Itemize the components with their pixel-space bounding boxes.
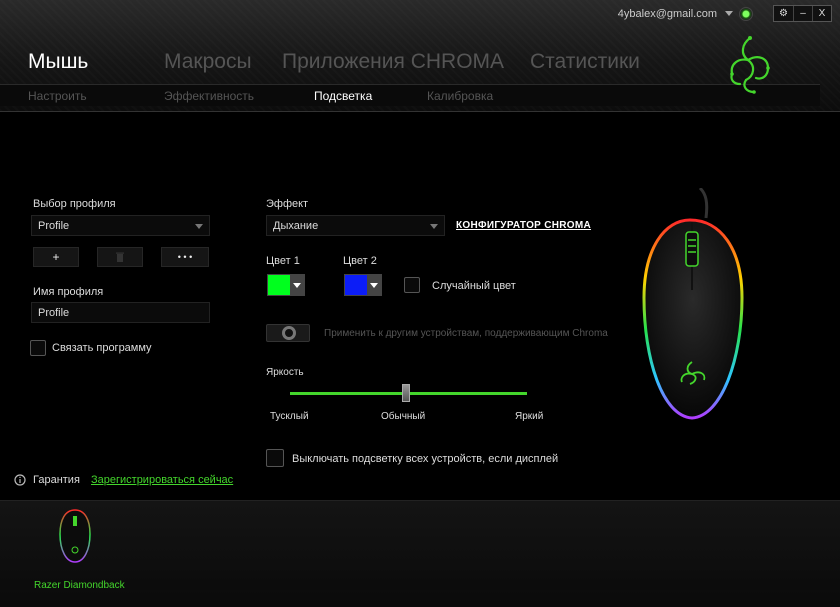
add-profile-label: + xyxy=(52,250,60,264)
apply-all-toggle[interactable] xyxy=(266,324,310,342)
chevron-down-icon xyxy=(370,282,378,288)
account-dropdown-icon[interactable] xyxy=(725,11,733,16)
mouse-preview-image xyxy=(642,188,744,420)
device-name: Razer Diamondback xyxy=(34,580,125,591)
color2-label: Цвет 2 xyxy=(343,255,377,267)
tab-statistics[interactable]: Статистики xyxy=(530,50,640,74)
add-profile-button[interactable]: + xyxy=(33,247,79,267)
register-now-link[interactable]: Зарегистрироваться сейчас xyxy=(91,474,233,486)
profile-name-value: Profile xyxy=(38,307,70,319)
subtab-performance[interactable]: Эффективность xyxy=(164,89,254,103)
color2-picker[interactable] xyxy=(344,274,382,296)
close-button[interactable]: X xyxy=(812,6,831,21)
tab-chroma-apps[interactable]: Приложения CHROMA xyxy=(282,50,504,74)
chevron-down-icon xyxy=(293,282,301,288)
device-footer: Razer Diamondback xyxy=(0,500,840,607)
brightness-mid-label: Обычный xyxy=(381,411,426,422)
brightness-max-label: Яркий xyxy=(515,411,544,422)
profile-select[interactable]: Profile xyxy=(31,215,210,236)
account-email[interactable]: 4ybalex@gmail.com xyxy=(618,8,717,20)
turn-off-lighting-checkbox[interactable] xyxy=(266,449,284,467)
brightness-label: Яркость xyxy=(266,367,304,378)
brightness-slider-thumb[interactable] xyxy=(401,384,410,402)
link-program-label: Связать программу xyxy=(52,342,152,354)
color1-swatch xyxy=(268,275,290,295)
trash-icon xyxy=(116,252,124,262)
sub-tabs: Настроить Эффективность Подсветка Калибр… xyxy=(0,84,820,106)
color1-label: Цвет 1 xyxy=(266,255,300,267)
info-icon xyxy=(14,474,26,486)
random-color-label: Случайный цвет xyxy=(432,280,516,292)
color2-swatch xyxy=(345,275,367,295)
brightness-min-label: Тусклый xyxy=(270,411,309,422)
turn-off-lighting-label: Выключать подсветку всех устройств, если… xyxy=(292,453,559,465)
profile-select-value: Profile xyxy=(38,220,70,232)
random-color-checkbox[interactable] xyxy=(404,277,420,293)
more-options-button[interactable]: • • • xyxy=(161,247,209,267)
header: 4ybalex@gmail.com ⚙ – X Мышь Макросы При… xyxy=(0,0,840,112)
delete-profile-button[interactable] xyxy=(97,247,143,267)
effect-label: Эффект xyxy=(266,198,309,210)
chevron-down-icon xyxy=(430,224,438,229)
window-controls: ⚙ – X xyxy=(773,5,832,22)
effect-select[interactable]: Дыхание xyxy=(266,215,445,236)
color1-dropdown[interactable] xyxy=(290,275,304,295)
profile-name-input[interactable]: Profile xyxy=(31,302,210,323)
tab-mouse[interactable]: Мышь xyxy=(28,50,88,74)
apply-all-label: Применить к другим устройствам, поддержи… xyxy=(324,328,608,339)
chevron-down-icon xyxy=(195,224,203,229)
subtab-calibration[interactable]: Калибровка xyxy=(427,89,493,103)
razer-logo-icon xyxy=(730,36,770,94)
profile-name-label: Имя профиля xyxy=(33,286,104,298)
color1-picker[interactable] xyxy=(267,274,305,296)
effect-select-value: Дыхание xyxy=(273,220,319,232)
profile-select-label: Выбор профиля xyxy=(33,198,116,210)
color2-dropdown[interactable] xyxy=(367,275,381,295)
settings-button[interactable]: ⚙ xyxy=(774,6,793,21)
lighting-panel: Выбор профиля Profile + • • • Имя профил… xyxy=(0,113,840,500)
device-thumbnail[interactable] xyxy=(55,508,95,566)
tab-macros[interactable]: Макросы xyxy=(164,50,252,74)
top-bar: 4ybalex@gmail.com ⚙ – X xyxy=(618,5,832,22)
minimize-button[interactable]: – xyxy=(793,6,812,21)
more-options-label: • • • xyxy=(177,252,193,262)
subtab-lighting[interactable]: Подсветка xyxy=(314,89,372,103)
subtab-customize[interactable]: Настроить xyxy=(28,89,87,103)
warranty-label: Гарантия xyxy=(33,474,80,486)
toggle-knob xyxy=(282,326,296,340)
link-program-checkbox[interactable] xyxy=(30,340,46,356)
chroma-configurator-link[interactable]: КОНФИГУРАТОР CHROMA xyxy=(456,220,591,231)
online-status-icon[interactable] xyxy=(739,6,753,21)
